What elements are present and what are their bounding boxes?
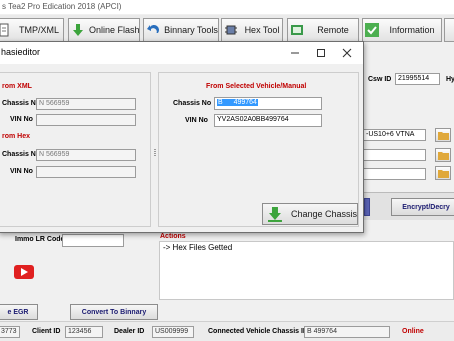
- immo-input[interactable]: [62, 234, 124, 247]
- vehicle-chassis-input[interactable]: B 499764: [214, 97, 322, 110]
- toolbar-overflow-button[interactable]: [444, 18, 454, 42]
- xml-chassis-field[interactable]: N 566959: [36, 98, 136, 110]
- download-arrow-icon: [267, 207, 282, 222]
- immo-panel: Immo LR Code: [0, 232, 158, 302]
- xml-vin-label: VIN No: [10, 116, 33, 123]
- hy-label: Hy: [446, 76, 454, 83]
- hex-tool-label: Hex Tool: [244, 25, 280, 35]
- change-chassis-label: Change Chassis: [290, 209, 357, 219]
- folder-icon: [437, 151, 449, 160]
- chasis-editor-dialog: hasieditor rom XML Chassis No N 566959 V…: [0, 41, 364, 233]
- maximize-icon: [317, 49, 325, 57]
- csw-id-field[interactable]: 21995514: [395, 73, 440, 85]
- vehicle-vin-label: VIN No: [185, 117, 208, 124]
- hex-vin-label: VIN No: [10, 168, 33, 175]
- status-bar: 3773 Client ID 123456 Dealer ID US009999…: [0, 321, 454, 341]
- online-status: Online: [402, 328, 424, 335]
- change-chassis-button[interactable]: Change Chassis: [262, 203, 358, 225]
- youtube-button[interactable]: [14, 265, 34, 279]
- from-vehicle-title: From Selected Vehicle/Manual: [206, 83, 307, 90]
- module-field-3[interactable]: [364, 168, 426, 180]
- online-flash-label: Online Flash: [89, 25, 140, 35]
- module-field-2[interactable]: [364, 149, 426, 161]
- encrypt-decrypt-button[interactable]: Encrypt/Decry: [391, 198, 454, 216]
- remote-button[interactable]: Remote: [287, 18, 359, 42]
- minimize-button[interactable]: [283, 44, 307, 62]
- vehicle-chassis-label: Chassis No: [173, 100, 212, 107]
- tmp-xml-button[interactable]: TMP/XML: [0, 18, 64, 42]
- main-toolbar: TMP/XML Online Flash Binnary Tools Hex T…: [0, 15, 454, 42]
- actions-log-line: -> Hex Files Getted: [163, 243, 233, 252]
- vehicle-group: From Selected Vehicle/Manual Chassis No …: [158, 72, 359, 227]
- download-arrow-icon: [73, 24, 83, 36]
- from-xml-title: rom XML: [2, 83, 32, 90]
- folder-icon: [437, 131, 449, 140]
- egr-button[interactable]: e EGR: [0, 304, 38, 320]
- dialog-title: hasieditor: [1, 47, 41, 57]
- chassis-prefix-selected: B: [217, 99, 224, 106]
- hex-chassis-field[interactable]: N 566959: [36, 149, 136, 161]
- connected-chassis-field[interactable]: B 499764: [304, 326, 390, 338]
- dialog-titlebar[interactable]: hasieditor: [0, 42, 363, 64]
- connected-chassis-label: Connected Vehicle Chassis ID: [208, 328, 308, 335]
- dealer-id-label: Dealer ID: [114, 328, 145, 335]
- close-button[interactable]: [335, 44, 359, 62]
- minimize-icon: [291, 52, 299, 54]
- dealer-id-field[interactable]: US009999: [152, 326, 194, 338]
- play-icon: [21, 268, 28, 276]
- module-field[interactable]: -US10+6 VTNA: [364, 129, 426, 141]
- remote-icon: [291, 25, 303, 35]
- check-icon: [365, 23, 379, 37]
- back-arrow-icon: [147, 25, 159, 33]
- actions-title: Actions: [160, 233, 186, 240]
- document-icon: [0, 23, 9, 37]
- immo-label: Immo LR Code: [15, 236, 65, 243]
- client-id-field[interactable]: 123456: [65, 326, 103, 338]
- blue-action-button[interactable]: [364, 198, 370, 216]
- chassis-number-selected: 499764: [233, 99, 258, 106]
- client-id-label: Client ID: [32, 328, 61, 335]
- convert-to-binnary-button[interactable]: Convert To Binnary: [70, 304, 158, 320]
- source-group: rom XML Chassis No N 566959 VIN No rom H…: [0, 72, 151, 227]
- maximize-button[interactable]: [309, 44, 333, 62]
- folder-button-1[interactable]: [435, 128, 451, 142]
- tmp-xml-label: TMP/XML: [18, 25, 59, 35]
- remote-label: Remote: [317, 25, 349, 35]
- folder-button-3[interactable]: [435, 166, 451, 180]
- folder-icon: [437, 169, 449, 178]
- actions-log[interactable]: -> Hex Files Getted: [159, 241, 454, 300]
- xml-vin-field[interactable]: [36, 114, 136, 126]
- close-icon: [342, 48, 352, 58]
- xml-chassis-label: Chassis No: [2, 100, 41, 107]
- status-left-field[interactable]: 3773: [0, 326, 20, 338]
- folder-button-2[interactable]: [435, 148, 451, 162]
- csw-label: Csw ID: [368, 76, 392, 83]
- chip-icon: [225, 25, 237, 35]
- online-flash-button[interactable]: Online Flash: [68, 18, 140, 42]
- window-title: s Tea2 Pro Edication 2018 (APCI): [0, 0, 454, 14]
- hex-vin-field[interactable]: [36, 166, 136, 178]
- binnary-tools-button[interactable]: Binnary Tools: [143, 18, 219, 42]
- window-title-text: s Tea2 Pro Edication 2018 (APCI): [2, 2, 122, 11]
- from-hex-title: rom Hex: [2, 133, 31, 140]
- splitter-handle[interactable]: [153, 73, 157, 240]
- information-label: Information: [389, 25, 435, 35]
- hex-tool-button[interactable]: Hex Tool: [221, 18, 283, 42]
- hex-chassis-label: Chassis No: [2, 151, 41, 158]
- binnary-tools-label: Binnary Tools: [164, 25, 218, 35]
- vehicle-vin-input[interactable]: YV2AS02A0BB499764: [214, 114, 322, 127]
- information-button[interactable]: Information: [362, 18, 442, 42]
